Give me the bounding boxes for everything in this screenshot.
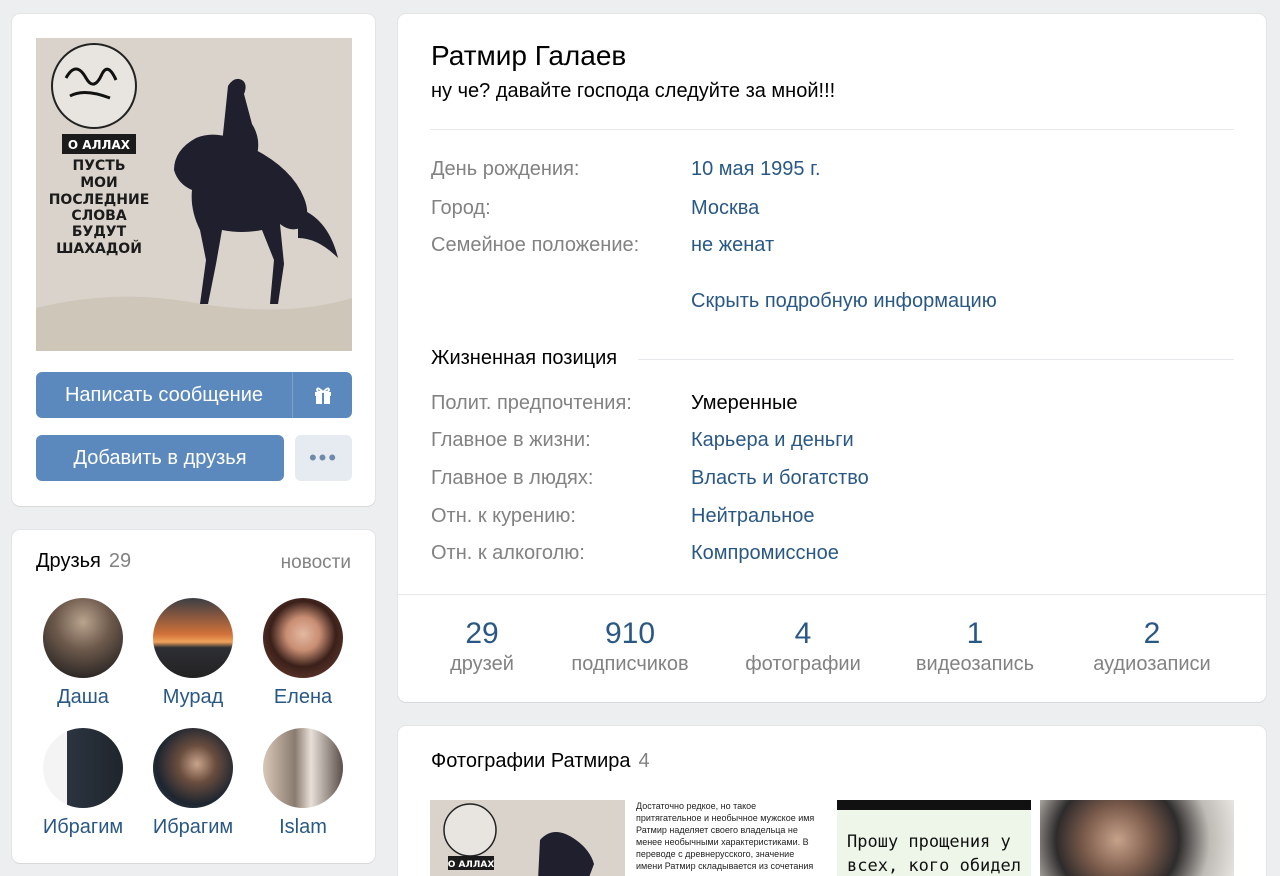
photo-thumb[interactable]: О АЛЛАХ (430, 800, 625, 876)
counter-caption: друзей (450, 653, 514, 675)
photo-thumb[interactable]: Прошу прощения у всех, кого обидел (837, 800, 1031, 876)
avatar-card: О АЛЛАХ ПУСТЬ МОИ ПОСЛЕДНИЕ СЛОВА БУДУТ … (12, 14, 375, 506)
profile-counters: 29 друзей 910 подписчиков 4 фотографии 1… (398, 594, 1266, 702)
info-label: Город: (431, 197, 491, 219)
info-label: Главное в жизни: (431, 429, 591, 451)
avatar (43, 598, 123, 678)
photo-thumb-art: О АЛЛАХ (430, 800, 625, 876)
counter-videos[interactable]: 1 видеозапись (902, 617, 1048, 676)
info-value[interactable]: не женат (691, 234, 774, 257)
friend-item[interactable]: Ибрагим (138, 728, 248, 839)
poster-line-4: СЛОВА (71, 208, 126, 224)
poster-line-2: МОИ (80, 175, 118, 191)
hide-details-link[interactable]: Скрыть подробную информацию (691, 290, 997, 313)
profile-info-card: Ратмир Галаев ну че? давайте господа сле… (398, 14, 1266, 702)
info-label: Отн. к алкоголю: (431, 542, 585, 564)
gift-icon (314, 387, 331, 404)
photo-thumb[interactable]: Достаточно редкое, но такое притягательн… (634, 800, 824, 876)
photo-thumb[interactable] (1040, 800, 1234, 876)
friends-card: Друзья 29 новости Даша Мурад Елена Ибраги… (12, 530, 375, 863)
friend-name: Ибрагим (152, 816, 234, 838)
counter-photos[interactable]: 4 фотографии (734, 617, 872, 676)
avatar (263, 728, 343, 808)
photos-header[interactable]: Фотографии Ратмира 4 (431, 750, 650, 773)
avatar (43, 728, 123, 808)
divider (430, 129, 1234, 130)
counter-value: 910 (604, 617, 656, 650)
poster-line-0: О АЛЛАХ (68, 138, 131, 152)
friend-item[interactable]: Елена (248, 598, 358, 709)
counter-followers[interactable]: 910 подписчиков (558, 617, 702, 676)
add-friend-label: Добавить в друзья (73, 446, 247, 469)
info-value: Умеренные (691, 392, 798, 414)
avatar (153, 598, 233, 678)
life-position-title: Жизненная позиция (431, 347, 630, 370)
more-actions-button[interactable]: ••• (295, 435, 352, 481)
photos-title: Фотографии Ратмира (431, 750, 631, 772)
avatar (263, 598, 343, 678)
gift-button[interactable] (292, 372, 352, 418)
friends-news-link[interactable]: новости (281, 552, 351, 574)
add-friend-button[interactable]: Добавить в друзья (36, 435, 284, 481)
friends-title: Друзья (36, 550, 101, 572)
counter-caption: видеозапись (915, 653, 1035, 675)
profile-status: ну че? давайте господа следуйте за мной!… (431, 80, 836, 102)
avatar (153, 728, 233, 808)
friend-item[interactable]: Islam (248, 728, 358, 839)
divider (638, 359, 1234, 360)
poster-line-1: ПУСТЬ (72, 158, 125, 174)
counter-caption: фотографии (745, 653, 861, 675)
profile-name: Ратмир Галаев (431, 40, 627, 71)
ellipsis-icon: ••• (308, 445, 339, 470)
info-value[interactable]: Компромиссное (691, 542, 839, 565)
poster-line-6: ШАХАДОЙ (56, 240, 142, 257)
friend-name: Елена (273, 686, 333, 708)
poster-line-3: ПОСЛЕДНИЕ (49, 192, 150, 208)
info-value[interactable]: 10 мая 1995 г. (691, 158, 821, 181)
thumb-poster-line: О АЛЛАХ (448, 860, 495, 870)
write-message-label: Написать сообщение (64, 383, 263, 406)
counter-value: 29 (465, 617, 499, 650)
info-label: Семейное положение: (431, 234, 640, 256)
friends-header[interactable]: Друзья 29 (36, 550, 131, 573)
friend-name: Ибрагим (42, 816, 124, 838)
counter-value: 4 (794, 617, 812, 650)
photos-card: Фотографии Ратмира 4 О АЛЛАХ Достаточно р… (398, 726, 1266, 876)
photo-thumb-bar (837, 800, 1031, 810)
info-value[interactable]: Нейтральное (691, 505, 815, 528)
info-value[interactable]: Карьера и деньги (691, 429, 854, 452)
info-label: Полит. предпочтения: (431, 392, 632, 414)
info-label: Отн. к курению: (431, 505, 576, 527)
profile-photo-art: О АЛЛАХ ПУСТЬ МОИ ПОСЛЕДНИЕ СЛОВА БУДУТ … (36, 38, 352, 351)
counter-caption: подписчиков (571, 653, 689, 675)
info-label: День рождения: (431, 158, 580, 180)
poster-line-5: БУДУТ (72, 224, 127, 240)
friend-item[interactable]: Даша (28, 598, 138, 709)
photos-count: 4 (638, 750, 650, 772)
friend-item[interactable]: Ибрагим (28, 728, 138, 839)
counter-caption: аудиозаписи (1093, 653, 1211, 675)
friend-item[interactable]: Мурад (138, 598, 248, 709)
info-value[interactable]: Москва (691, 197, 759, 220)
counter-value: 2 (1143, 617, 1161, 650)
friend-name: Мурад (162, 686, 224, 708)
counter-audios[interactable]: 2 аудиозаписи (1078, 617, 1226, 676)
profile-photo[interactable]: О АЛЛАХ ПУСТЬ МОИ ПОСЛЕДНИЕ СЛОВА БУДУТ … (36, 38, 352, 351)
friend-name: Даша (57, 686, 109, 708)
counter-value: 1 (966, 617, 984, 650)
photo-thumb-text: Достаточно редкое, но такое притягательн… (636, 801, 815, 871)
friends-count: 29 (108, 550, 132, 572)
info-label: Главное в людях: (431, 467, 594, 489)
info-value[interactable]: Власть и богатство (691, 467, 869, 490)
photo-thumb-text: Прошу прощения у всех, кого обидел (837, 810, 1031, 876)
write-message-button[interactable]: Написать сообщение (36, 372, 292, 418)
counter-friends[interactable]: 29 друзей (434, 617, 530, 676)
friend-name: Islam (279, 816, 327, 838)
